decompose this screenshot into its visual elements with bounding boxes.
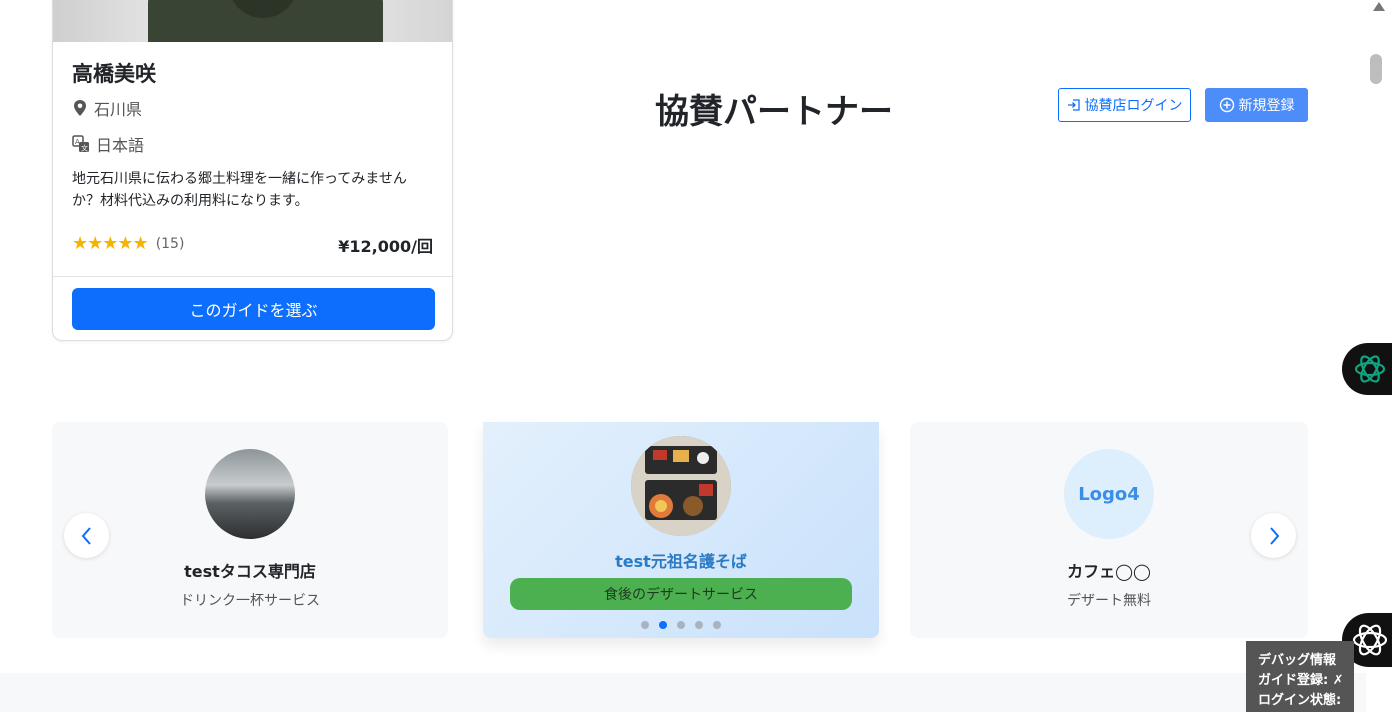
carousel-dot[interactable] bbox=[641, 621, 649, 629]
debug-guide-registered: ガイド登録: ✗ bbox=[1258, 673, 1344, 688]
chevron-left-icon bbox=[81, 526, 91, 545]
guide-prefecture: 石川県 bbox=[94, 100, 143, 119]
logo-text: Logo4 bbox=[1078, 483, 1140, 505]
sponsor-register-button[interactable]: 新規登録 bbox=[1205, 88, 1308, 122]
choose-guide-button[interactable]: このガイドを選ぶ bbox=[72, 288, 435, 330]
sponsor-card[interactable]: testタコス専門店 ドリンク一杯サービス bbox=[52, 422, 448, 638]
guide-language-row: A 文 日本語 bbox=[72, 132, 144, 156]
sponsor-card-active[interactable]: test元祖名護そば 食後のデザートサービス bbox=[483, 422, 879, 638]
sponsor-login-button[interactable]: 協賛店ログイン bbox=[1058, 88, 1191, 122]
footer-band bbox=[0, 673, 1366, 712]
sponsor-perk: デザート無料 bbox=[1067, 593, 1151, 609]
card-divider bbox=[53, 276, 452, 277]
star-rating-icon: ★★★★★ bbox=[72, 233, 149, 254]
openai-icon bbox=[1354, 355, 1386, 383]
guide-description: 地元石川県に伝わる郷土料理を一緒に作ってみませんか？材料代込みの利用料になります… bbox=[72, 171, 407, 209]
guide-rating: ★★★★★ (15) bbox=[72, 233, 184, 254]
guide-card: 高橋美咲 石川県 A 文 日本語 地元石川県に伝わる郷土料理を一緒に作ってみませ… bbox=[52, 0, 453, 341]
guide-language: 日本語 bbox=[96, 136, 145, 155]
guide-photo bbox=[53, 0, 452, 42]
sponsor-logo: Logo4 bbox=[1064, 449, 1154, 539]
sponsor-name: testタコス専門店 bbox=[184, 562, 316, 581]
chevron-right-icon bbox=[1269, 526, 1279, 545]
login-icon bbox=[1067, 99, 1080, 111]
scroll-up-arrow-icon[interactable] bbox=[1373, 2, 1385, 11]
sponsor-perk: ドリンク一杯サービス bbox=[180, 593, 320, 609]
sponsor-avatar bbox=[631, 436, 731, 536]
sponsor-avatar bbox=[205, 449, 295, 539]
debug-title: デバッグ情報 bbox=[1258, 653, 1337, 668]
sponsor-card[interactable]: Logo4 カフェ◯◯ デザート無料 bbox=[910, 422, 1308, 638]
debug-panel: デバッグ情報 ガイド登録: ✗ ログイン状態: ✓ bbox=[1246, 641, 1354, 712]
sponsor-section-title: 協賛パートナー bbox=[655, 92, 893, 132]
sponsor-login-label: 協賛店ログイン bbox=[1084, 97, 1183, 113]
ai-assistant-widget[interactable] bbox=[1342, 343, 1392, 395]
carousel-dot[interactable] bbox=[695, 621, 703, 629]
debug-login-status: ログイン状態: ✓ bbox=[1258, 693, 1342, 708]
review-count: (15) bbox=[155, 235, 185, 252]
sponsor-register-label: 新規登録 bbox=[1238, 97, 1295, 113]
openai-icon bbox=[1352, 624, 1388, 656]
carousel-dots bbox=[483, 621, 879, 629]
sponsor-perk-pill: 食後のデザートサービス bbox=[510, 578, 852, 610]
guide-name: 高橋美咲 bbox=[72, 62, 156, 86]
svg-text:A: A bbox=[75, 138, 80, 146]
carousel-prev-button[interactable] bbox=[64, 513, 109, 558]
scroll-thumb[interactable] bbox=[1370, 54, 1382, 84]
sponsor-name: カフェ◯◯ bbox=[1067, 562, 1151, 581]
guide-prefecture-row: 石川県 bbox=[72, 96, 142, 120]
svg-text:文: 文 bbox=[81, 144, 88, 153]
carousel-dot[interactable] bbox=[713, 621, 721, 629]
carousel-dot-active[interactable] bbox=[659, 621, 667, 629]
sponsor-name: test元祖名護そば bbox=[615, 552, 747, 571]
carousel-dot[interactable] bbox=[677, 621, 685, 629]
sponsor-carousel: testタコス専門店 ドリンク一杯サービス test元祖名護そば 食後のデザート… bbox=[52, 422, 1308, 647]
carousel-next-button[interactable] bbox=[1251, 513, 1296, 558]
translate-icon: A 文 bbox=[72, 135, 89, 153]
map-pin-icon bbox=[74, 100, 86, 116]
food-photo bbox=[631, 436, 731, 536]
plus-circle-icon bbox=[1219, 97, 1234, 113]
guide-price: ¥12,000/回 bbox=[338, 237, 433, 256]
